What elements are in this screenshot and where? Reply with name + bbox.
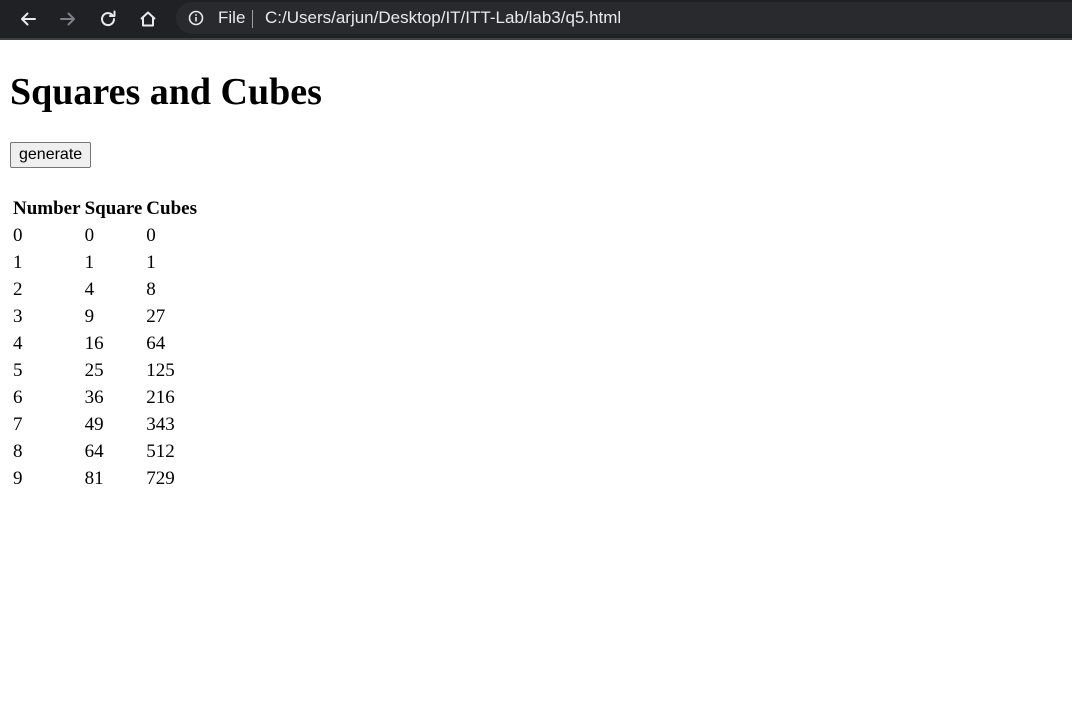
cell-cube: 8 xyxy=(146,279,156,300)
squares-cubes-table: Number Square Cubes 0 0 0 1 1 1 2 4 8 3 9 27 4 16 64 5 2… xyxy=(10,194,200,493)
scheme-label: File xyxy=(218,8,246,27)
cell-number: 9 xyxy=(13,468,23,489)
url-text[interactable]: C:/Users/arjun/Desktop/IT/ITT-Lab/lab3/q… xyxy=(265,8,621,28)
cell-number: 5 xyxy=(13,360,23,381)
table-row: 5 25 125 xyxy=(12,358,198,383)
cell-square: 64 xyxy=(84,441,104,462)
page-title: Squares and Cubes xyxy=(10,71,322,113)
cell-square: 49 xyxy=(84,414,104,435)
forward-button[interactable] xyxy=(54,5,82,33)
table-row: 6 36 216 xyxy=(12,385,198,410)
header-cubes: Cubes xyxy=(146,198,197,219)
cell-cube: 343 xyxy=(146,414,175,435)
cell-number: 4 xyxy=(13,333,23,354)
cell-number: 6 xyxy=(13,387,23,408)
page-content: Squares and Cubes generate Number Square… xyxy=(10,40,322,493)
cell-square: 9 xyxy=(84,306,95,327)
cell-cube: 64 xyxy=(146,333,166,354)
header-number: Number xyxy=(13,198,81,219)
cell-cube: 216 xyxy=(146,387,175,408)
cell-cube: 125 xyxy=(146,360,175,381)
cell-cube: 729 xyxy=(146,468,175,489)
table-row: 9 81 729 xyxy=(12,466,198,491)
cell-square: 25 xyxy=(84,360,104,381)
cell-square: 4 xyxy=(84,279,95,300)
cell-cube: 512 xyxy=(146,441,175,462)
cell-number: 1 xyxy=(13,252,23,273)
table-row: 0 0 0 xyxy=(12,223,198,248)
cell-cube: 0 xyxy=(146,225,156,246)
reload-button[interactable] xyxy=(94,5,122,33)
back-arrow-icon xyxy=(21,12,36,26)
cell-square: 1 xyxy=(84,252,95,273)
cell-cube: 1 xyxy=(146,252,156,273)
cell-number: 0 xyxy=(13,225,23,246)
table-row: 2 4 8 xyxy=(12,277,198,302)
generate-button[interactable]: generate xyxy=(10,142,92,168)
header-square: Square xyxy=(84,198,143,219)
cell-number: 8 xyxy=(13,441,23,462)
cell-square: 36 xyxy=(84,387,104,408)
home-button[interactable] xyxy=(134,5,162,33)
address-separator xyxy=(252,10,253,28)
cell-square: 0 xyxy=(84,225,95,246)
home-icon xyxy=(140,11,156,27)
reload-icon xyxy=(101,10,116,27)
table-row: 3 9 27 xyxy=(12,304,198,329)
cell-square: 16 xyxy=(84,333,104,354)
table-row: 7 49 343 xyxy=(12,412,198,437)
cell-number: 3 xyxy=(13,306,23,327)
info-icon[interactable] xyxy=(188,10,204,26)
table-row: 1 1 1 xyxy=(12,250,198,275)
table-body: 0 0 0 1 1 1 2 4 8 3 9 27 4 16 64 5 25 125 6 36 216 7 49 343 8 64 5… xyxy=(12,223,198,491)
table-header-row: Number Square Cubes xyxy=(12,196,198,221)
address-bar[interactable]: File C:/Users/arjun/Desktop/IT/ITT-Lab/l… xyxy=(176,2,1072,34)
cell-cube: 27 xyxy=(146,306,166,327)
cell-number: 2 xyxy=(13,279,23,300)
back-button[interactable] xyxy=(14,5,42,33)
cell-number: 7 xyxy=(13,414,23,435)
table-row: 8 64 512 xyxy=(12,439,198,464)
browser-toolbar: File C:/Users/arjun/Desktop/IT/ITT-Lab/l… xyxy=(0,0,1072,40)
table-row: 4 16 64 xyxy=(12,331,198,356)
cell-square: 81 xyxy=(84,468,104,489)
forward-arrow-icon xyxy=(60,12,75,26)
